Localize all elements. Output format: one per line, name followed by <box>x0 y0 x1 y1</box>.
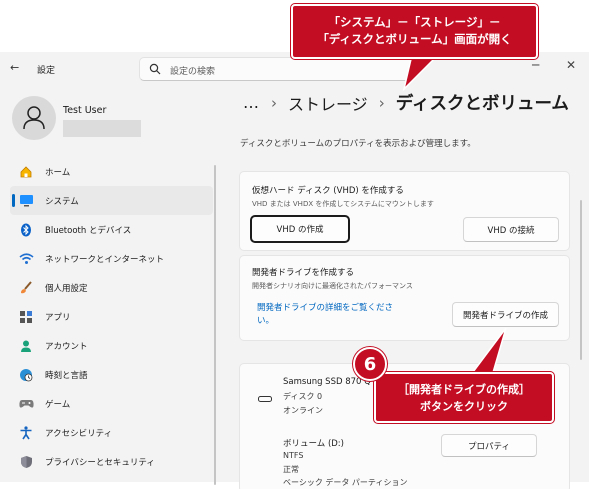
annotation-callout-top: 「システム」－「ストレージ」－ 「ディスクとボリューム」画面が開く <box>291 4 538 59</box>
step-number-badge: 6 <box>353 347 387 381</box>
callout-pointer-top <box>402 54 440 92</box>
annotation-top-line2: 「ディスクとボリューム」画面が開く <box>317 32 512 46</box>
callout-pointer-bottom <box>468 327 507 377</box>
annotation-top-line1: 「システム」－「ストレージ」－ <box>328 15 501 29</box>
annotation-bottom-line2: ボタンをクリック <box>420 400 508 413</box>
annotation-callout-bottom: ［開発者ドライブの作成］ ボタンをクリック <box>374 372 554 423</box>
annotation-bottom-line1: ［開発者ドライブの作成］ <box>398 383 530 396</box>
